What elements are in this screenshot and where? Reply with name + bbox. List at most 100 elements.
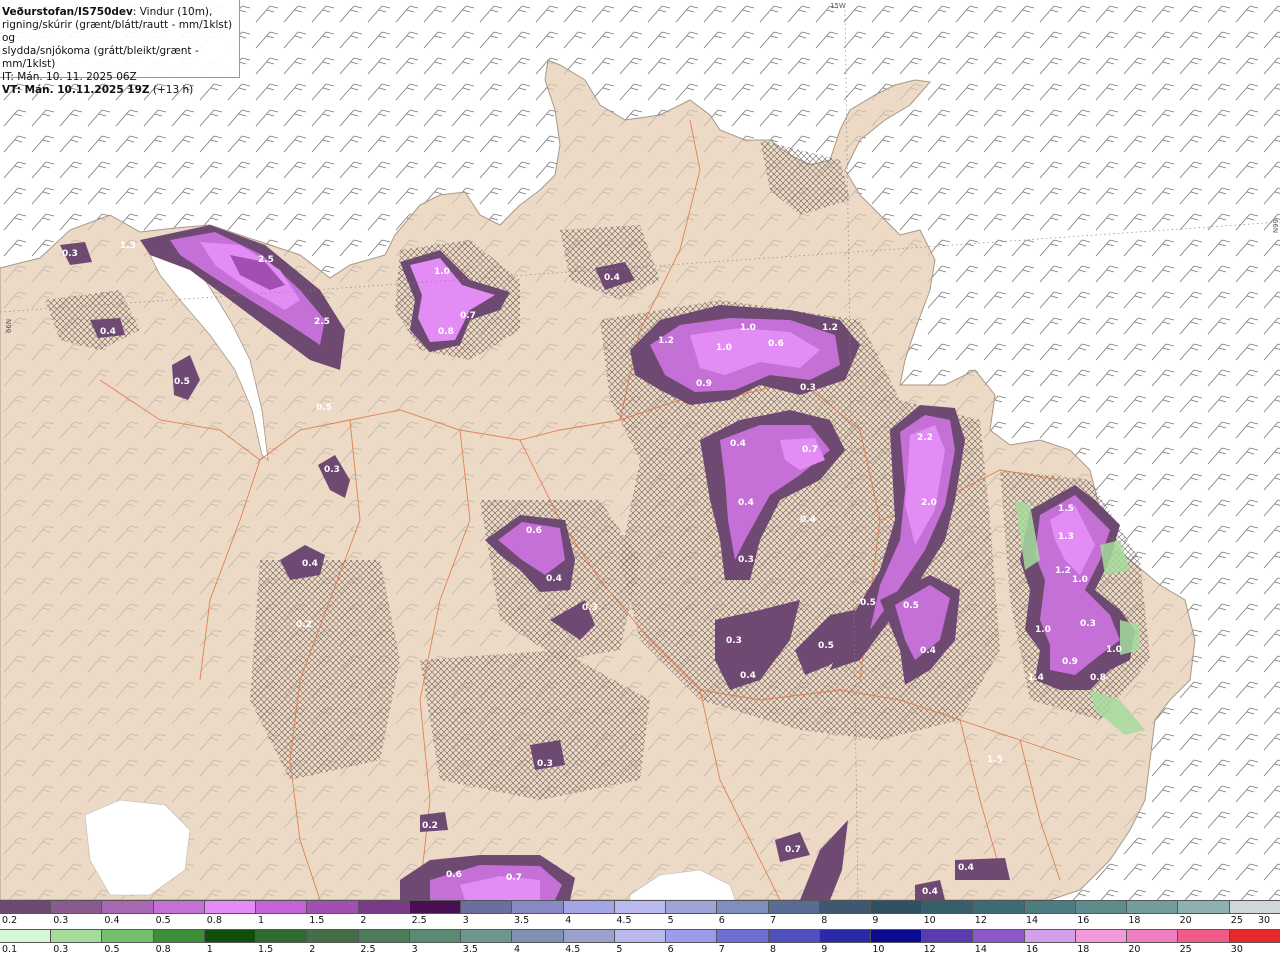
legend-swatch (614, 901, 667, 913)
legend-swatch (819, 901, 871, 913)
precip-value-label: 0.5 (818, 641, 834, 651)
legend-tick-label: 7 (718, 944, 725, 955)
precip-value-label: 0.3 (800, 383, 816, 393)
legend-tick-label: 0.4 (104, 915, 120, 926)
precip-value-label: 0.3 (726, 636, 742, 646)
legend-tick-label: 9 (872, 915, 879, 926)
legend-swatch (1127, 901, 1179, 913)
legend-tick-label: 8 (821, 915, 828, 926)
precip-value-label: 0.4 (100, 327, 116, 337)
legend-swatch (768, 930, 820, 942)
legend-swatch (1024, 901, 1076, 913)
legend-tick-label: 6 (718, 915, 725, 926)
precip-value-label: 0.5 (903, 601, 919, 611)
legend-swatch (1178, 901, 1230, 913)
precip-value-label: 0.6 (446, 870, 462, 880)
legend-tick-label: 1 (206, 944, 213, 955)
precip-value-label: 0.8 (438, 327, 454, 337)
legend-swatch (973, 930, 1025, 942)
precip-value-label: 1.2 (658, 336, 674, 346)
legend-swatch (51, 930, 103, 942)
legend-swatch (204, 930, 257, 942)
legend-tick-label: 18 (1128, 915, 1141, 926)
precip-value-label: 0.4 (302, 559, 318, 569)
precip-value-label: 0.3 (582, 603, 598, 613)
legend-swatch (102, 930, 154, 942)
legend-tick-label: 5 (616, 944, 623, 955)
precip-value-label: 0.4 (922, 887, 938, 897)
legend-swatch (666, 901, 718, 913)
rain-color-legend (0, 929, 1280, 943)
legend-tick-label: 8 (770, 944, 777, 955)
legend-swatch (409, 901, 462, 913)
legend-swatch (153, 930, 205, 942)
legend-swatch (922, 930, 974, 942)
precip-value-label: 0.4 (730, 439, 746, 449)
legend-swatch (870, 930, 923, 942)
legend-tick-label: 30 (1230, 944, 1243, 955)
grid-label-right: 66N (1271, 218, 1280, 234)
legend-tick-label: 12 (974, 915, 987, 926)
legend-tick-label: 3.5 (514, 915, 530, 926)
snow-color-legend (0, 900, 1280, 914)
precip-value-label: 1.0 (1106, 645, 1122, 655)
precip-value-label: 0.3 (1080, 619, 1096, 629)
legend-swatch (768, 901, 820, 913)
legend-tick-label: 18 (1077, 944, 1090, 955)
precip-value-label: 0.4 (738, 498, 754, 508)
legend-tick-label: 2.5 (360, 944, 376, 955)
grid-label-top: 15W (830, 2, 846, 10)
precip-value-label: 0.4 (920, 646, 936, 656)
legend-tick-label: 12 (923, 944, 936, 955)
precip-value-label: 1.5 (987, 755, 1003, 765)
legend-swatch (1229, 901, 1280, 913)
precip-value-label: 1.0 (1035, 625, 1051, 635)
legend-swatch (256, 930, 308, 942)
legend-tick-label: 1 (258, 915, 265, 926)
precip-value-label: 0.9 (696, 379, 712, 389)
legend-swatch (1024, 930, 1076, 942)
precip-value-label: 2.2 (917, 433, 933, 443)
legend-tick-label: 4 (514, 944, 521, 955)
legend-tick-label: 0.3 (53, 944, 69, 955)
precip-value-label: 0.3 (324, 465, 340, 475)
precip-value-label: 1.0 (1072, 575, 1088, 585)
legend-tick-label: 2 (360, 915, 367, 926)
legend-swatch (461, 901, 513, 913)
init-time: IT: Mán. 10. 11. 2025 06Z (2, 71, 137, 83)
forecast-hour: (+13 h) (149, 84, 194, 96)
precip-value-label: 2.5 (258, 255, 274, 265)
map-area[interactable]: 0.3 1.3 2.5 2.5 1.0 0.7 0.8 0.4 0.5 1.0 1.0 0.6 1.2 1… (0, 0, 1280, 900)
legend-swatch (1075, 930, 1128, 942)
legend-swatch (358, 930, 410, 942)
precip-value-label: 0.2 (422, 821, 438, 831)
precip-value-label: 0.6 (526, 526, 542, 536)
precip-value-label: 0.7 (460, 311, 476, 321)
legend-swatch (204, 901, 257, 913)
precip-value-label: 0.3 (62, 249, 78, 259)
precip-value-label: 0.4 (546, 574, 562, 584)
legend-swatch (512, 930, 564, 942)
legend-swatch (256, 901, 308, 913)
legend-tick-label: 5 (667, 915, 674, 926)
precip-value-label: 0.6 (768, 339, 784, 349)
title-line-2: rigning/skúrir (grænt/blátt/rautt - mm/1… (2, 19, 233, 44)
legend-tick-label: 1.5 (309, 915, 325, 926)
forecast-map[interactable]: 0.31.32.52.51.00.70.80.40.51.01.0 0.61.21… (0, 0, 1280, 900)
legend-swatch (973, 901, 1025, 913)
legend-swatch (1178, 930, 1230, 942)
legend-tick-label: 6 (667, 944, 674, 955)
legend-swatch (717, 930, 769, 942)
legend-tick-label: 14 (974, 944, 987, 955)
legend-tick-label: 16 (1077, 915, 1090, 926)
legend-swatch (666, 930, 718, 942)
grid-label-left: 66N (5, 318, 14, 334)
precip-value-label: 0.7 (506, 873, 522, 883)
precip-value-label: 1.2 (822, 323, 838, 333)
legend-tick-label: 1.5 (258, 944, 274, 955)
legend-tick-label: 2.5 (411, 915, 427, 926)
legend-tick-label: 9 (821, 944, 828, 955)
precip-value-label: 1.2 (1055, 566, 1071, 576)
title-line-1: Veðurstofan/IS750dev: Vindur (10m), (2, 6, 237, 19)
precip-value-label: 0.4 (740, 671, 756, 681)
